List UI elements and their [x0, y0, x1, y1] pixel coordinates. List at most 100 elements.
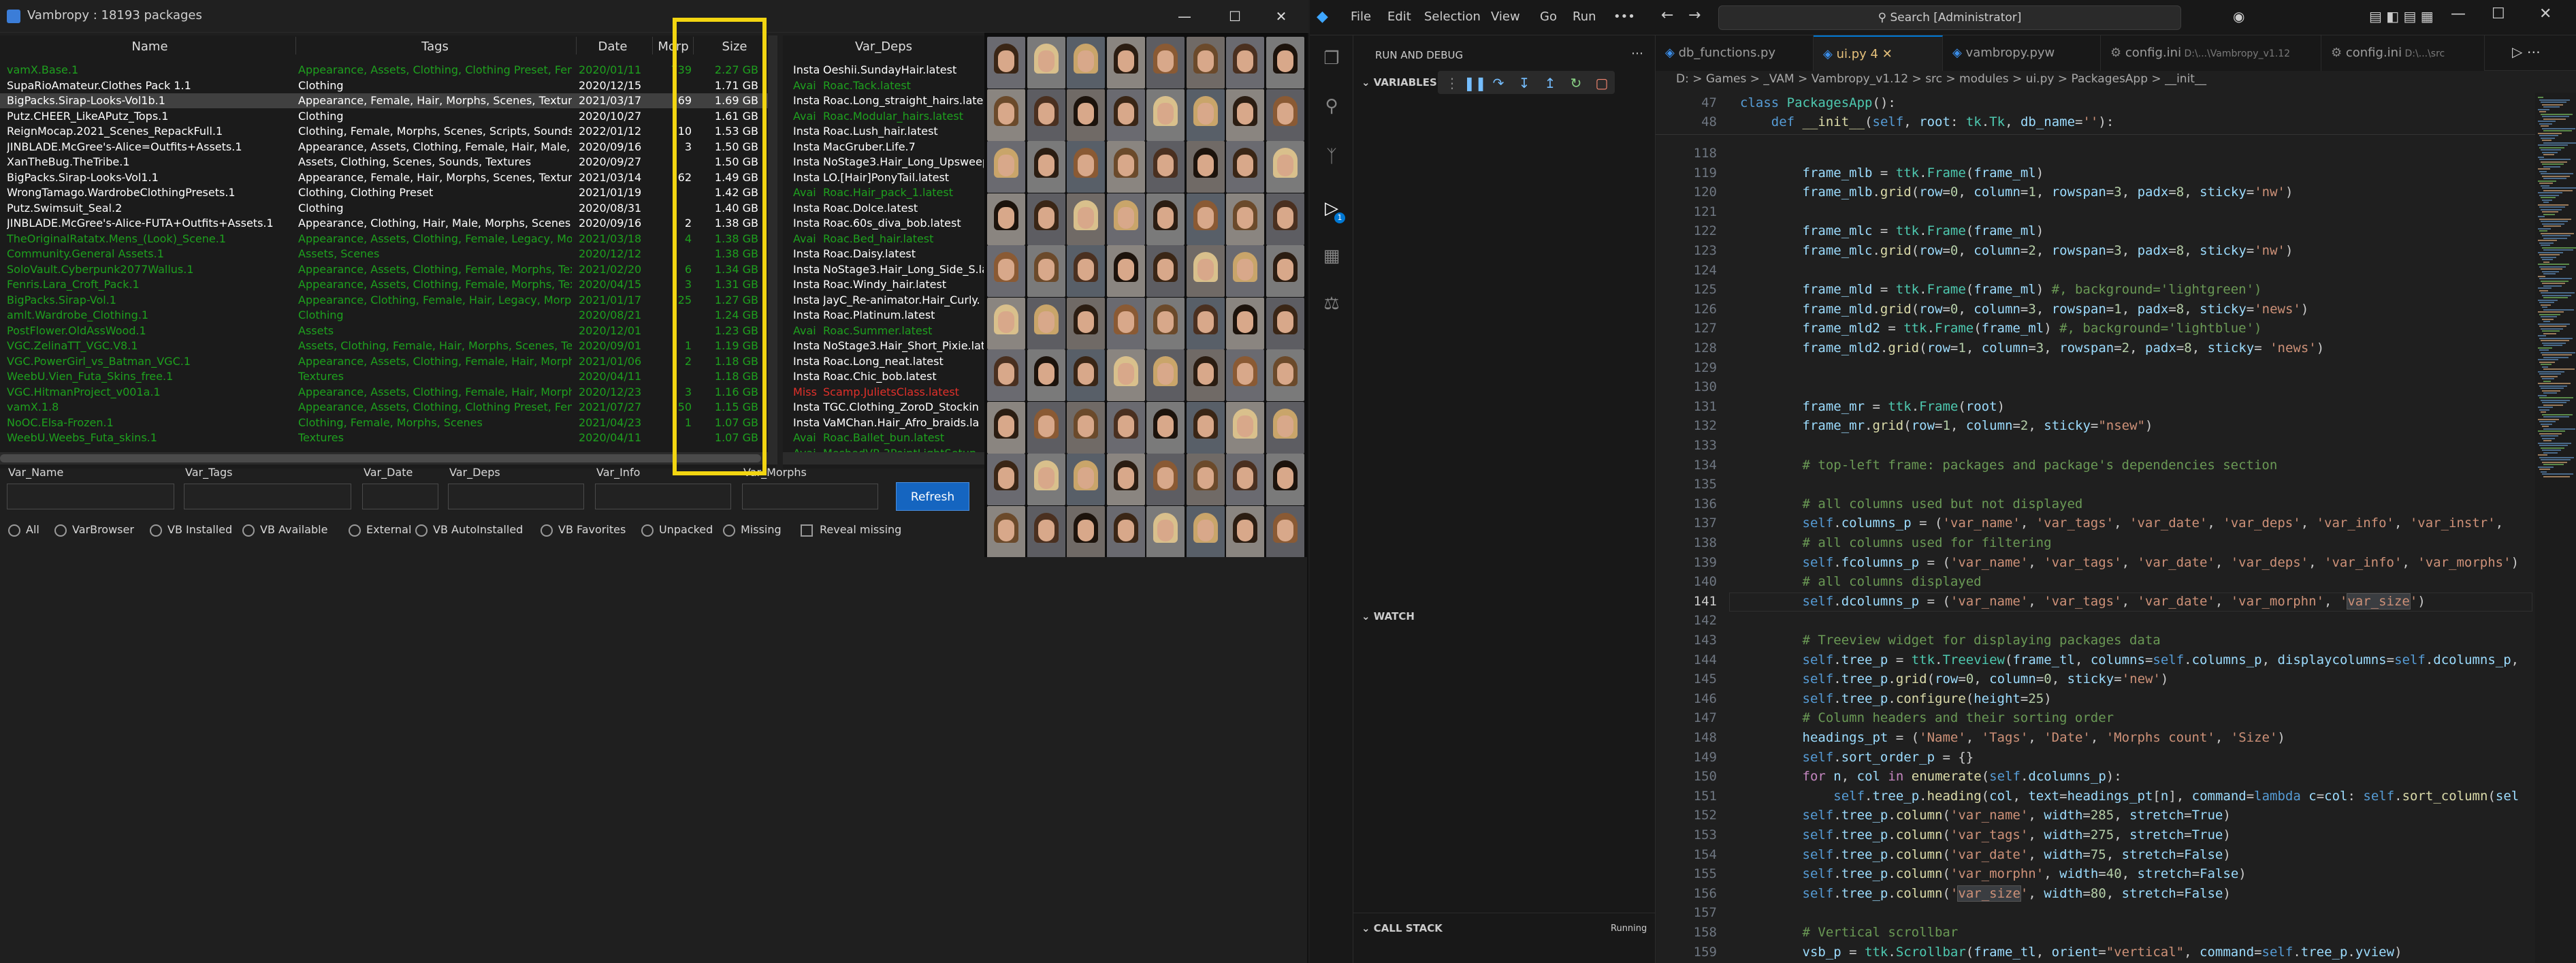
table-row[interactable]: Community.General Assets.1 Assets, Scenes…: [0, 247, 776, 262]
dependency-row[interactable]: Avai Roac.Summer.latest: [793, 323, 985, 338]
menu-selection[interactable]: Selection: [1424, 10, 1481, 24]
refresh-button[interactable]: Refresh: [896, 482, 969, 511]
dependency-row[interactable]: Insta JayC_Re-animator.Hair_Curly.: [793, 293, 985, 308]
dependency-row[interactable]: Insta Roac.Dolce.latest: [793, 201, 985, 216]
search-icon[interactable]: ⚲: [1321, 95, 1342, 117]
var-info-input[interactable]: [595, 484, 731, 509]
package-thumbnail[interactable]: [987, 401, 1025, 454]
table-row[interactable]: JINBLADE.McGree's-Alice-FUTA+Outfits+Ass…: [0, 216, 776, 231]
package-thumbnail[interactable]: [1106, 454, 1145, 505]
package-thumbnail[interactable]: [987, 349, 1025, 401]
minimize-button[interactable]: —: [1164, 4, 1205, 29]
table-row[interactable]: WeebU.Weebs_Futa_skins.1 Textures 2020/04/…: [0, 430, 776, 445]
run-file-icon[interactable]: ▷ ⋯: [2512, 44, 2541, 60]
radio-vb-autoinstalled[interactable]: [415, 524, 428, 537]
package-thumbnail[interactable]: [987, 454, 1025, 505]
back-arrow-icon[interactable]: ←: [1661, 7, 1673, 24]
package-thumbnail[interactable]: [1186, 349, 1225, 401]
code-line[interactable]: frame_mld = ttk.Frame(frame_ml) #, backg…: [1740, 282, 2262, 297]
thumbnail-gallery[interactable]: [984, 33, 1307, 557]
package-thumbnail[interactable]: [1067, 454, 1105, 505]
column-header-date[interactable]: Date: [579, 40, 647, 54]
code-line[interactable]: frame_mld.grid(row=0, column=3, rowspan=…: [1740, 302, 2309, 317]
package-thumbnail[interactable]: [1226, 141, 1264, 193]
vs-maximize-button[interactable]: ☐: [2492, 5, 2505, 22]
code-line[interactable]: self.tree_p.column('var_date', width=75,…: [1740, 847, 2231, 862]
package-thumbnail[interactable]: [1226, 297, 1264, 349]
package-thumbnail[interactable]: [987, 141, 1025, 193]
package-thumbnail[interactable]: [1226, 89, 1264, 141]
package-thumbnail[interactable]: [1146, 297, 1185, 349]
radio-all[interactable]: [8, 524, 20, 537]
dependency-row[interactable]: Avai Roac.Modular_hairs.latest: [793, 109, 985, 124]
package-thumbnail[interactable]: [1266, 37, 1304, 89]
code-line[interactable]: self.columns_p = ('var_name', 'var_tags'…: [1740, 516, 2511, 531]
code-line[interactable]: self.tree_p.column('var_name', width=285…: [1740, 808, 2231, 823]
table-row[interactable]: vamX.Base.1 Appearance, Assets, Clothing,…: [0, 63, 776, 78]
package-thumbnail[interactable]: [1226, 193, 1264, 245]
vs-minimize-button[interactable]: —: [2451, 5, 2466, 22]
table-row[interactable]: XanTheBug.TheTribe.1 Assets, Clothing, Sc…: [0, 155, 776, 170]
dependency-row[interactable]: Avai Roac.Bed_hair.latest: [793, 232, 985, 247]
explorer-icon[interactable]: ❐: [1321, 48, 1342, 69]
package-thumbnail[interactable]: [1146, 454, 1185, 505]
hscrollbar-thumb[interactable]: [0, 454, 761, 462]
dependency-row[interactable]: Insta LO.[Hair]PonyTail.latest: [793, 170, 985, 185]
package-thumbnail[interactable]: [1186, 297, 1225, 349]
package-thumbnail[interactable]: [1226, 349, 1264, 401]
dependency-row[interactable]: Insta Roac.Long_neat.latest: [793, 354, 985, 369]
dependency-row[interactable]: Insta Roac.Lush_hair.latest: [793, 124, 985, 139]
table-row[interactable]: NoOC.Elsa-Frozen.1 Clothing, Female, Morp…: [0, 415, 776, 430]
dependency-row[interactable]: Miss Scamp.JulietsClass.latest: [793, 385, 985, 400]
package-thumbnail[interactable]: [1146, 401, 1185, 454]
package-thumbnail[interactable]: [1106, 193, 1145, 245]
package-thumbnail[interactable]: [1067, 349, 1105, 401]
var-morphs-input[interactable]: [742, 484, 878, 509]
table-row[interactable]: Putz.CHEER_LikeAPutz_Tops.1 Clothing 2020/…: [0, 109, 776, 124]
table-row[interactable]: VGC.HitmanProject_v001a.1 Appearance, Ass…: [0, 385, 776, 400]
code-line[interactable]: # Vertical scrollbar: [1740, 925, 1959, 940]
dependency-row[interactable]: Insta TGC.Clothing_ZoroD_Stockin: [793, 400, 985, 415]
package-thumbnail[interactable]: [987, 297, 1025, 349]
package-thumbnail[interactable]: [1027, 141, 1065, 193]
dependency-row[interactable]: Insta NoStage3.Hair_Long_Side_S.la: [793, 262, 985, 277]
package-thumbnail[interactable]: [1106, 401, 1145, 454]
code-line[interactable]: self.tree_p.column('var_morphn', width=4…: [1740, 866, 2247, 881]
package-thumbnail[interactable]: [1027, 193, 1065, 245]
dependency-row[interactable]: Insta VaMChan.Hair_Afro_braids.la: [793, 415, 985, 430]
package-thumbnail[interactable]: [1027, 37, 1065, 89]
package-thumbnail[interactable]: [1186, 245, 1225, 297]
column-header-var-deps[interactable]: Var_Deps: [783, 40, 984, 54]
package-thumbnail[interactable]: [1027, 505, 1065, 557]
code-line[interactable]: vsb_p = ttk.Scrollbar(frame_tl, orient="…: [1740, 945, 2402, 960]
package-thumbnail[interactable]: [1106, 89, 1145, 141]
package-thumbnail[interactable]: [1186, 505, 1225, 557]
package-thumbnail[interactable]: [1226, 37, 1264, 89]
tab-vambropy-pyw[interactable]: ◈ vambropy.pyw: [1943, 35, 2101, 71]
drag-handle-icon[interactable]: ⋮: [1443, 75, 1461, 91]
code-line[interactable]: self.tree_p.configure(height=25): [1740, 691, 2052, 706]
dependency-row[interactable]: Insta MacGruber.Life.7: [793, 140, 985, 155]
var-date-input[interactable]: [362, 484, 438, 509]
variables-section[interactable]: ⌄ VARIABLES: [1362, 76, 1437, 89]
package-thumbnail[interactable]: [1266, 297, 1304, 349]
table-row[interactable]: BigPacks.Sirap-Vol.1 Appearance, Clothing…: [0, 293, 776, 308]
reveal-missing-checkbox[interactable]: [801, 524, 813, 537]
testing-icon[interactable]: ⚖: [1321, 293, 1342, 315]
close-button[interactable]: ✕: [1261, 4, 1302, 29]
code-line[interactable]: frame_mld2 = ttk.Frame(frame_ml) #, back…: [1740, 321, 2262, 336]
code-line[interactable]: frame_mlc = ttk.Frame(frame_ml): [1740, 223, 2044, 238]
code-line[interactable]: frame_mr = ttk.Frame(root): [1740, 399, 2006, 414]
package-thumbnail[interactable]: [1226, 505, 1264, 557]
vs-close-button[interactable]: ✕: [2539, 5, 2551, 22]
package-thumbnail[interactable]: [1186, 193, 1225, 245]
package-thumbnail[interactable]: [987, 245, 1025, 297]
code-line[interactable]: self.tree_p.heading(col, text=headings_p…: [1740, 789, 2519, 804]
table-row[interactable]: SupaRioAmateur.Clothes Pack 1.1 Clothing 2…: [0, 78, 776, 93]
menu-file[interactable]: File: [1351, 10, 1371, 24]
column-header-name[interactable]: Name: [7, 40, 293, 54]
package-thumbnail[interactable]: [1266, 454, 1304, 505]
packages-vscrollbar[interactable]: [768, 35, 777, 464]
table-row[interactable]: BigPacks.Sirap-Looks-Vol1.1 Appearance, F…: [0, 170, 776, 185]
package-thumbnail[interactable]: [1027, 454, 1065, 505]
